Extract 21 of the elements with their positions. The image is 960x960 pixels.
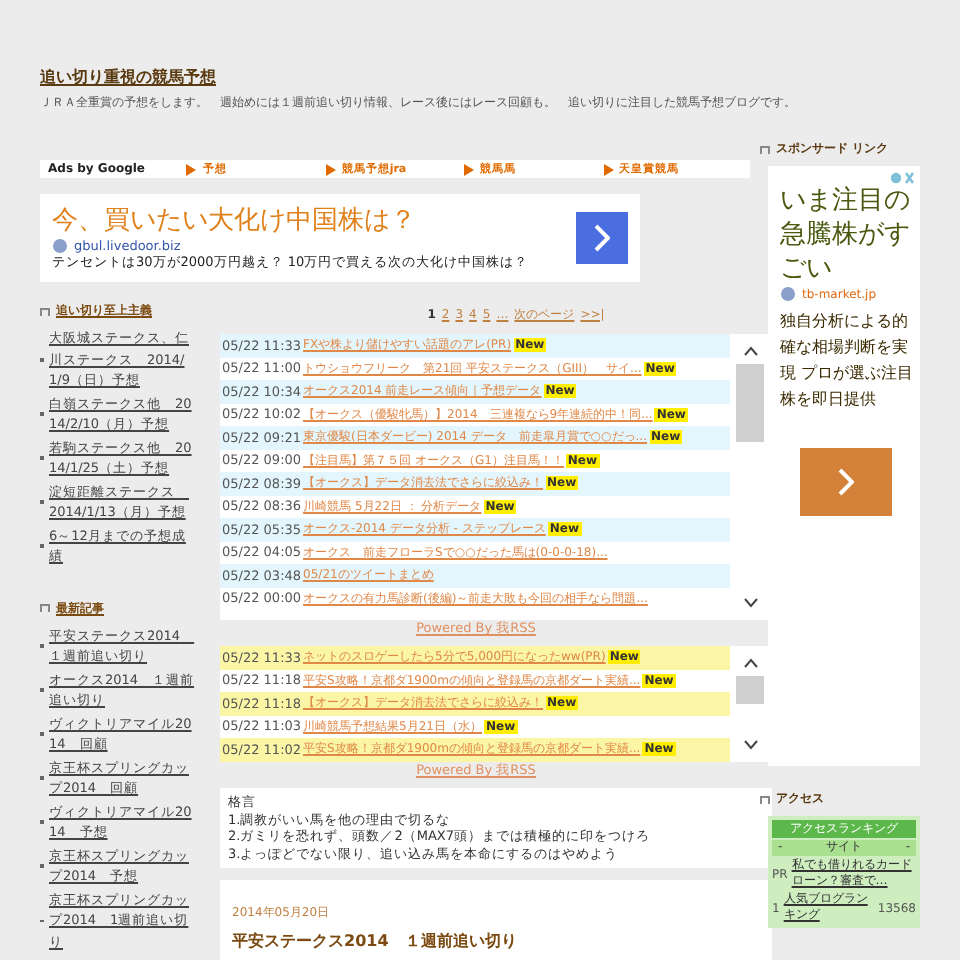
close-icon[interactable] <box>890 172 914 184</box>
section-icon <box>40 307 50 315</box>
ad-headline[interactable]: いま注目の急騰株がすごい <box>780 184 914 286</box>
chevron-icon <box>594 224 610 252</box>
scrollbar-thumb[interactable] <box>736 676 764 704</box>
triangle-icon <box>186 163 197 175</box>
section-icon <box>760 795 770 803</box>
section-icon <box>40 604 50 612</box>
ad-arrow-button[interactable] <box>576 212 628 264</box>
globe-icon <box>52 237 68 253</box>
chevron-icon <box>838 468 854 496</box>
scrollbar-thumb[interactable] <box>736 364 764 443</box>
triangle-icon <box>464 163 475 175</box>
ad-text: 独自分析による的確な相場判断を実現 プロが選ぶ注目株を即日提供 <box>780 310 914 412</box>
triangle-icon <box>325 163 336 175</box>
blog-title[interactable]: 追い切り重視の競馬予想 <box>40 66 216 88</box>
article-title[interactable]: 平安ステークス2014 １週前追い切り <box>232 930 760 952</box>
ad-headline[interactable]: 今、買いたい大化け中国株は？ <box>52 205 416 237</box>
triangle-icon <box>603 163 614 175</box>
section-icon <box>760 145 770 153</box>
globe-icon <box>780 286 796 302</box>
